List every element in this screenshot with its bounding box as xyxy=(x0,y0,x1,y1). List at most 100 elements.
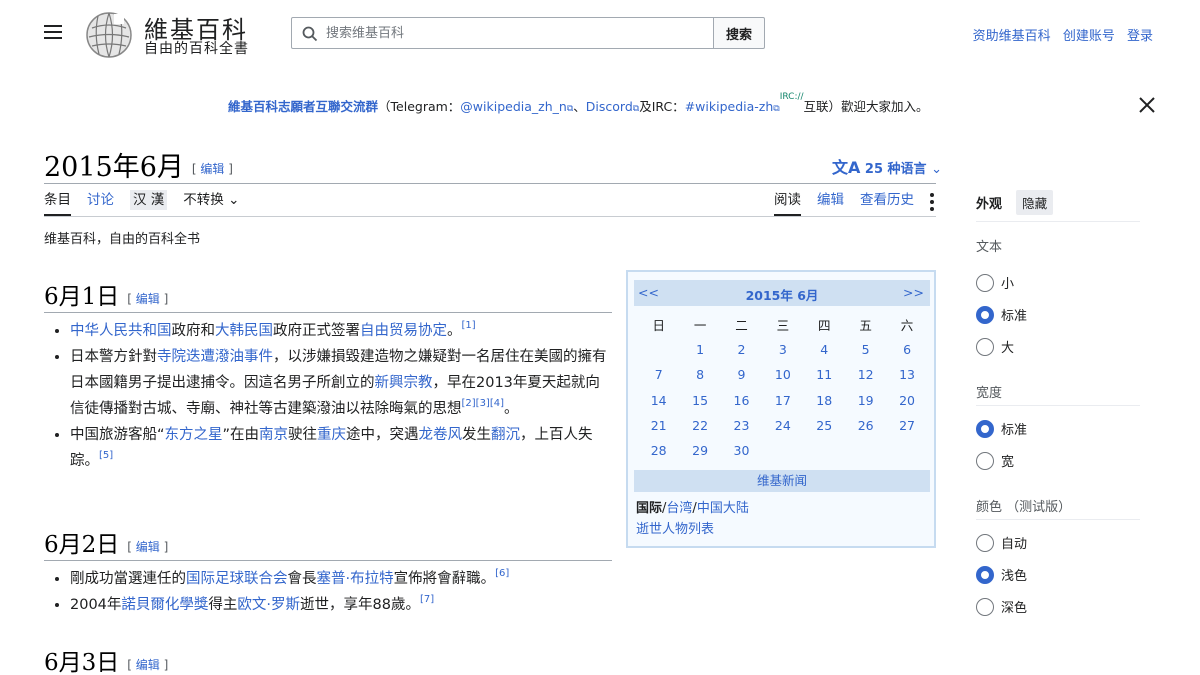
notice-text: （Telegram： xyxy=(378,99,461,114)
citation[interactable]: [2][3][4] xyxy=(462,398,505,409)
radio-text-small[interactable]: 小 xyxy=(976,273,1014,292)
calendar-day-link[interactable]: 8 xyxy=(679,367,720,382)
calendar-day-link[interactable]: 19 xyxy=(845,393,886,408)
section-edit-link[interactable]: 编辑 xyxy=(136,658,160,672)
section-edit-link[interactable]: 编辑 xyxy=(136,540,160,554)
calendar-day-link[interactable]: 30 xyxy=(721,443,762,458)
link-chongqing[interactable]: 重庆 xyxy=(317,427,346,443)
main-menu-icon[interactable] xyxy=(44,25,62,39)
calendar-day-link[interactable]: 17 xyxy=(762,393,803,408)
calendar-next-link[interactable]: >> xyxy=(903,285,924,300)
citation[interactable]: [5] xyxy=(99,450,113,461)
calendar-day-link[interactable]: 3 xyxy=(762,342,803,357)
search-icon xyxy=(302,26,318,42)
search-input[interactable] xyxy=(326,18,706,48)
close-icon[interactable] xyxy=(1138,96,1156,114)
section-divider xyxy=(44,312,612,313)
link-blatter[interactable]: 塞普·布拉特 xyxy=(317,571,394,587)
radio-text-large[interactable]: 大 xyxy=(976,337,1014,356)
calendar-weekday-row: 日 一 二 三 四 五 六 xyxy=(638,312,928,337)
calendar-month-title[interactable]: 2015年 6月 xyxy=(634,285,930,304)
more-actions-icon[interactable] xyxy=(930,190,936,216)
tab-article[interactable]: 条目 xyxy=(44,190,71,216)
calendar-day-link[interactable]: 25 xyxy=(804,418,845,433)
title-divider xyxy=(44,183,936,184)
section-edit-link[interactable]: 编辑 xyxy=(136,292,160,306)
radio-label: 标准 xyxy=(1001,423,1028,438)
calendar-day-link[interactable]: 12 xyxy=(845,367,886,382)
discord-link[interactable]: Discord xyxy=(586,99,633,114)
citation[interactable]: [6] xyxy=(495,568,509,579)
calendar-day-link[interactable]: 28 xyxy=(638,443,679,458)
calendar-day-link[interactable]: 18 xyxy=(804,393,845,408)
link-fta[interactable]: 自由贸易协定 xyxy=(360,323,447,339)
calendar-day-link[interactable]: 2 xyxy=(721,342,762,357)
tab-variant-hanzi[interactable]: 汉 漢 xyxy=(130,190,168,210)
link-eastern-star[interactable]: 东方之星 xyxy=(165,427,223,443)
telegram-link[interactable]: @wikipedia_zh_n xyxy=(460,99,567,114)
radio-width-wide[interactable]: 宽 xyxy=(976,451,1014,470)
radio-color-light[interactable]: 浅色 xyxy=(976,565,1027,584)
calendar-day-link[interactable]: 10 xyxy=(762,367,803,382)
radio-text-standard[interactable]: 标准 xyxy=(976,305,1027,324)
create-account-link[interactable]: 创建账号 xyxy=(1063,29,1115,44)
login-link[interactable]: 登录 xyxy=(1127,29,1153,44)
tab-edit[interactable]: 编辑 xyxy=(817,190,844,216)
link-taiwan[interactable]: 台湾 xyxy=(666,501,692,516)
tab-talk[interactable]: 讨论 xyxy=(87,190,114,216)
calendar-day-link[interactable]: 14 xyxy=(638,393,679,408)
link-tornado[interactable]: 龙卷风 xyxy=(419,427,463,443)
calendar-day-link[interactable]: 6 xyxy=(886,342,927,357)
tab-no-conversion[interactable]: 不转换 ⌄ xyxy=(183,190,239,216)
link-temple-oil[interactable]: 寺院迭遭潑油事件 xyxy=(157,349,273,365)
link-irwin-rose[interactable]: 欧文·罗斯 xyxy=(237,597,300,613)
donate-link[interactable]: 资助维基百科 xyxy=(973,29,1051,44)
calendar-day-link[interactable]: 11 xyxy=(804,367,845,382)
item-text: 會長 xyxy=(287,571,317,587)
link-fifa[interactable]: 国际足球联合会 xyxy=(186,571,288,587)
calendar-day-link[interactable]: 23 xyxy=(721,418,762,433)
citation[interactable]: [1] xyxy=(462,320,476,331)
link-obituaries[interactable]: 逝世人物列表 xyxy=(636,522,714,537)
calendar-day-link[interactable]: 20 xyxy=(886,393,927,408)
calendar-day-link[interactable]: 4 xyxy=(804,342,845,357)
tab-read[interactable]: 阅读 xyxy=(774,190,801,216)
calendar-day-link[interactable]: 22 xyxy=(679,418,720,433)
link-new-religion[interactable]: 新興宗教 xyxy=(375,375,433,391)
title-edit-link[interactable]: 编辑 xyxy=(200,162,224,176)
volunteer-group-link[interactable]: 維基百科志願者互聯交流群 xyxy=(228,99,378,114)
calendar-day-link[interactable]: 5 xyxy=(845,342,886,357)
calendar-day-link[interactable]: 24 xyxy=(762,418,803,433)
link-capsize[interactable]: 翻沉 xyxy=(491,427,520,443)
link-nanjing[interactable]: 南京 xyxy=(259,427,288,443)
calendar-day-link[interactable]: 26 xyxy=(845,418,886,433)
citation[interactable]: [7] xyxy=(420,594,434,605)
calendar-day-link[interactable]: 9 xyxy=(721,367,762,382)
calendar-day-link[interactable]: 21 xyxy=(638,418,679,433)
radio-color-dark[interactable]: 深色 xyxy=(976,597,1027,616)
item-text: 剛成功當選連任的 xyxy=(70,571,186,587)
link-nobel-chem[interactable]: 諾貝爾化學獎 xyxy=(121,597,208,613)
wikipedia-globe-icon[interactable] xyxy=(84,10,134,60)
calendar-day-link[interactable]: 7 xyxy=(638,367,679,382)
item-text: 逝世，享年88歲。 xyxy=(300,597,420,613)
link-prc[interactable]: 中华人民共和国 xyxy=(70,323,172,339)
irc-link[interactable]: #wikipedia-zh xyxy=(685,99,774,114)
calendar-day-link[interactable]: 15 xyxy=(679,393,720,408)
wikinews-link[interactable]: 维基新闻 xyxy=(634,470,930,492)
calendar-day-link[interactable]: 16 xyxy=(721,393,762,408)
radio-circle xyxy=(976,419,994,438)
calendar-day-link[interactable]: 13 xyxy=(886,367,927,382)
hide-appearance-button[interactable]: 隐藏 xyxy=(1016,190,1054,215)
tab-history[interactable]: 查看历史 xyxy=(860,190,914,216)
radio-color-auto[interactable]: 自动 xyxy=(976,533,1027,552)
link-mainland[interactable]: 中国大陆 xyxy=(697,501,749,516)
calendar-day-link[interactable]: 27 xyxy=(886,418,927,433)
radio-width-standard[interactable]: 标准 xyxy=(976,419,1027,438)
search-button[interactable]: 搜索 xyxy=(713,17,765,49)
link-rok[interactable]: 大韩民国 xyxy=(215,323,273,339)
item-text: 宣佈將會辭職。 xyxy=(393,571,496,587)
language-button[interactable]: 文A 25 种语言 ⌄ xyxy=(832,154,942,178)
calendar-day-link[interactable]: 1 xyxy=(679,342,720,357)
calendar-day-link[interactable]: 29 xyxy=(679,443,720,458)
